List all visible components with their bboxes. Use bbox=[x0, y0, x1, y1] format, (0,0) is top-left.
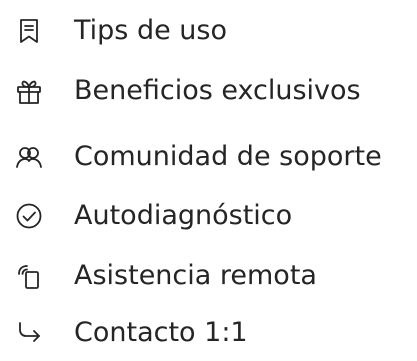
menu-item-label: Beneficios exclusivos bbox=[74, 75, 361, 106]
community-icon bbox=[14, 142, 44, 172]
menu-item-contact[interactable]: Contacto 1:1 bbox=[0, 305, 417, 361]
forward-arrow-icon bbox=[14, 318, 44, 348]
menu-item-benefits[interactable]: Beneficios exclusivos bbox=[0, 63, 417, 119]
menu-item-label: Asistencia remota bbox=[74, 260, 317, 291]
menu-item-label: Comunidad de soporte bbox=[74, 141, 382, 172]
check-circle-icon bbox=[14, 201, 44, 231]
support-menu: Tips de uso Beneficios exclusivos Comuni… bbox=[0, 0, 417, 351]
menu-item-remote-assistance[interactable]: Asistencia remota bbox=[0, 248, 417, 304]
remote-phone-icon bbox=[14, 261, 44, 291]
menu-item-self-diagnosis[interactable]: Autodiagnóstico bbox=[0, 188, 417, 244]
menu-item-label: Contacto 1:1 bbox=[74, 317, 248, 348]
menu-item-tips[interactable]: Tips de uso bbox=[0, 3, 417, 59]
menu-item-community[interactable]: Comunidad de soporte bbox=[0, 129, 417, 185]
menu-item-label: Autodiagnóstico bbox=[74, 200, 293, 231]
bookmark-list-icon bbox=[14, 16, 44, 46]
menu-item-label: Tips de uso bbox=[74, 15, 227, 46]
gift-icon bbox=[14, 76, 44, 106]
